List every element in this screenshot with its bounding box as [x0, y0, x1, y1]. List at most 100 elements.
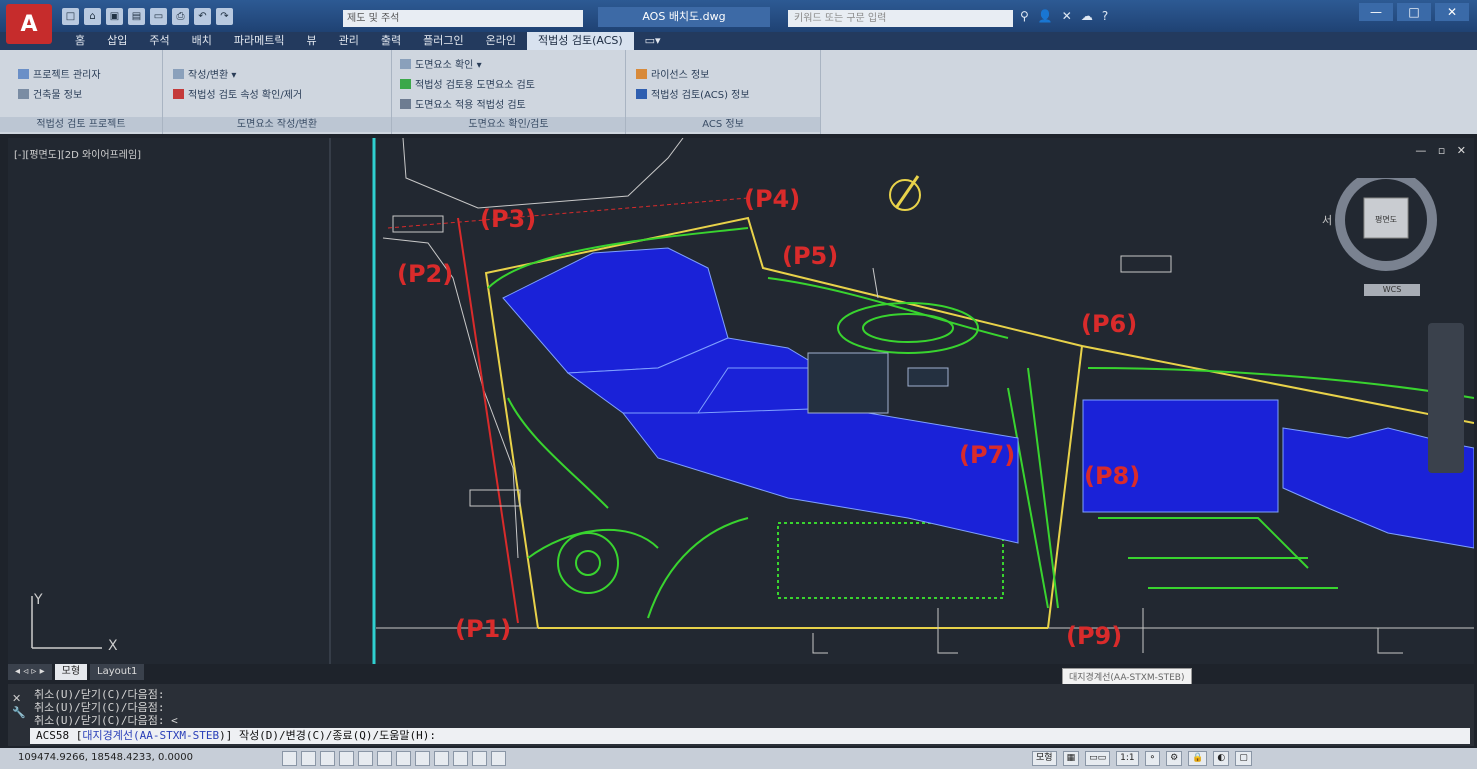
ortho-toggle-icon[interactable] [320, 751, 335, 766]
drawing-canvas[interactable]: [-][평면도][2D 와이어프레임] — ▫ ✕ (P1) (P2) (P3)… [8, 138, 1474, 664]
tab-annotate[interactable]: 주석 [138, 32, 180, 50]
annotation-visibility-icon[interactable]: ⚬ [1144, 751, 1161, 766]
plot-icon[interactable]: ▭ [150, 8, 167, 25]
license-info-button[interactable]: 라이선스 정보 [636, 66, 709, 81]
new-file-icon[interactable]: □ [62, 8, 79, 25]
check-remove-icon [173, 89, 184, 99]
command-highlight-code[interactable]: AA-STXM-STEB [140, 729, 219, 742]
app-menu-button[interactable]: A [6, 4, 52, 44]
tab-model[interactable]: 모형 [54, 664, 88, 680]
tab-acs[interactable]: 적법성 검토(ACS) [526, 32, 634, 50]
svg-text:Y: Y [33, 592, 43, 608]
command-highlight-label[interactable]: 대지경계선( [82, 729, 139, 742]
maximize-button[interactable]: □ [1397, 3, 1431, 21]
element-check-button[interactable]: 도면요소 확인 ▾ [400, 56, 482, 71]
viewcube-west-label[interactable]: 서 [1322, 212, 1332, 228]
check-property-label: 적법성 검토 속성 확인/제거 [188, 90, 303, 101]
ribbon-minimize-icon[interactable]: ▭▾ [634, 32, 672, 50]
command-input[interactable]: ACS58 [대지경계선(AA-STXM-STEB)] 작성(D)/변경(C)/… [30, 728, 1470, 744]
status-right-tools: 모형 ▦ ▭▭ 1:1 ⚬ ⚙ 🔒 ◐ ▢ [1032, 751, 1252, 766]
settings-wrench-icon[interactable]: 🔧 [12, 706, 26, 720]
building-info-button[interactable]: 건축물 정보 [18, 86, 82, 101]
open-file-icon[interactable]: ⌂ [84, 8, 101, 25]
cloud-icon[interactable]: ☁ [1081, 9, 1093, 23]
transparency-toggle-icon[interactable] [453, 751, 468, 766]
close-button[interactable]: ✕ [1435, 3, 1469, 21]
undo-icon[interactable]: ↶ [194, 8, 211, 25]
project-icon [18, 69, 29, 79]
ducs-toggle-icon[interactable] [396, 751, 411, 766]
tab-view[interactable]: 뷰 [295, 32, 327, 50]
lineweight-toggle-icon[interactable] [434, 751, 449, 766]
project-manager-button[interactable]: 프로젝트 관리자 [18, 66, 101, 81]
quick-view-layouts-icon[interactable]: ▦ [1062, 751, 1080, 766]
print-icon[interactable]: ⎙ [172, 8, 189, 25]
save-icon[interactable]: ▣ [106, 8, 123, 25]
tab-online[interactable]: 온라인 [475, 32, 527, 50]
point-label-p7: (P7) [959, 441, 1016, 469]
review-element-button[interactable]: 적법성 검토용 도면요소 검토 [400, 76, 535, 91]
viewport-window-controls[interactable]: — ▫ ✕ [1415, 144, 1470, 157]
point-label-p2: (P2) [397, 260, 454, 288]
tab-nav-arrows-icon[interactable]: ◂ ◃ ▹ ▸ [8, 664, 52, 680]
navigation-bar[interactable] [1428, 323, 1464, 473]
osnap-toggle-icon[interactable] [358, 751, 373, 766]
exchange-icon[interactable]: ✕ [1062, 9, 1072, 23]
panel-project: 프로젝트 관리자 건축물 정보 적법성 검토 프로젝트 [0, 50, 163, 134]
lock-icon[interactable]: 🔒 [1188, 751, 1208, 766]
title-bar: A □ ⌂ ▣ ▤ ▭ ⎙ ↶ ↷ 제도 및 주석 AOS 배치도.dwg 키워… [0, 0, 1477, 44]
license-icon [636, 69, 647, 79]
tab-parametric[interactable]: 파라메트릭 [223, 32, 296, 50]
isolate-objects-icon[interactable]: ◐ [1213, 751, 1230, 766]
grid-toggle-icon[interactable] [301, 751, 316, 766]
layout-tabs: ◂ ◃ ▹ ▸ 모형 Layout1 [8, 664, 708, 680]
quick-view-drawings-icon[interactable]: ▭▭ [1085, 751, 1111, 766]
viewcube[interactable]: 평면도 서 WCS [1322, 169, 1442, 296]
drafting-toggles [282, 751, 506, 766]
title-tools: ⚲ 👤 ✕ ☁ ? [1020, 9, 1108, 23]
binoculars-icon[interactable]: ⚲ [1020, 9, 1029, 23]
user-icon[interactable]: 👤 [1038, 9, 1053, 23]
tab-plugins[interactable]: 플러그인 [412, 32, 474, 50]
redo-icon[interactable]: ↷ [216, 8, 233, 25]
workspace-dropdown[interactable]: 제도 및 주석 [343, 10, 583, 27]
selection-cycling-icon[interactable] [491, 751, 506, 766]
clean-screen-icon[interactable]: ▢ [1235, 751, 1252, 766]
point-label-p8: (P8) [1084, 462, 1141, 490]
point-label-p9: (P9) [1066, 622, 1123, 650]
tab-insert[interactable]: 삽입 [96, 32, 138, 50]
annotation-scale-dropdown[interactable]: 1:1 [1116, 751, 1139, 766]
tab-home[interactable]: 홈 [64, 32, 96, 50]
tooltip: 대지경계선(AA-STXM-STEB) [1062, 668, 1192, 685]
create-convert-button[interactable]: 작성/변환 ▾ [173, 66, 236, 81]
building-roof-details [807, 352, 949, 414]
snap-toggle-icon[interactable] [282, 751, 297, 766]
polar-toggle-icon[interactable] [339, 751, 354, 766]
site-plan-drawing [329, 138, 1474, 664]
tab-layout1[interactable]: Layout1 [90, 664, 145, 680]
model-space-button[interactable]: 모형 [1032, 751, 1057, 766]
acs-info-button[interactable]: 적법성 검토(ACS) 정보 [636, 86, 750, 101]
search-input[interactable]: 키워드 또는 구문 입력 [788, 10, 1013, 27]
apply-review-button[interactable]: 도면요소 적용 적법성 검토 [400, 96, 526, 111]
dyn-toggle-icon[interactable] [415, 751, 430, 766]
minimize-button[interactable]: — [1359, 3, 1393, 21]
close-icon[interactable]: ✕ [12, 692, 26, 706]
quick-props-toggle-icon[interactable] [472, 751, 487, 766]
tab-output[interactable]: 출력 [370, 32, 412, 50]
workspace-switch-icon[interactable]: ⚙ [1166, 751, 1183, 766]
help-icon[interactable]: ? [1102, 9, 1108, 23]
ribbon-panel-area: 프로젝트 관리자 건축물 정보 적법성 검토 프로젝트 작성/변환 ▾ 적법성 … [0, 50, 1477, 134]
tab-layout[interactable]: 배치 [181, 32, 223, 50]
otrack-toggle-icon[interactable] [377, 751, 392, 766]
tab-manage[interactable]: 관리 [328, 32, 370, 50]
check-property-button[interactable]: 적법성 검토 속성 확인/제거 [173, 86, 302, 101]
wcs-dropdown[interactable]: WCS [1364, 284, 1420, 296]
project-manager-label: 프로젝트 관리자 [33, 70, 101, 81]
point-label-p6: (P6) [1081, 310, 1138, 338]
viewcube-face-label[interactable]: 평면도 [1366, 214, 1406, 225]
save-as-icon[interactable]: ▤ [128, 8, 145, 25]
panel-acs-title: ACS 정보 [626, 117, 820, 132]
viewport-label[interactable]: [-][평면도][2D 와이어프레임] [14, 146, 141, 161]
review-check-icon [400, 79, 411, 89]
